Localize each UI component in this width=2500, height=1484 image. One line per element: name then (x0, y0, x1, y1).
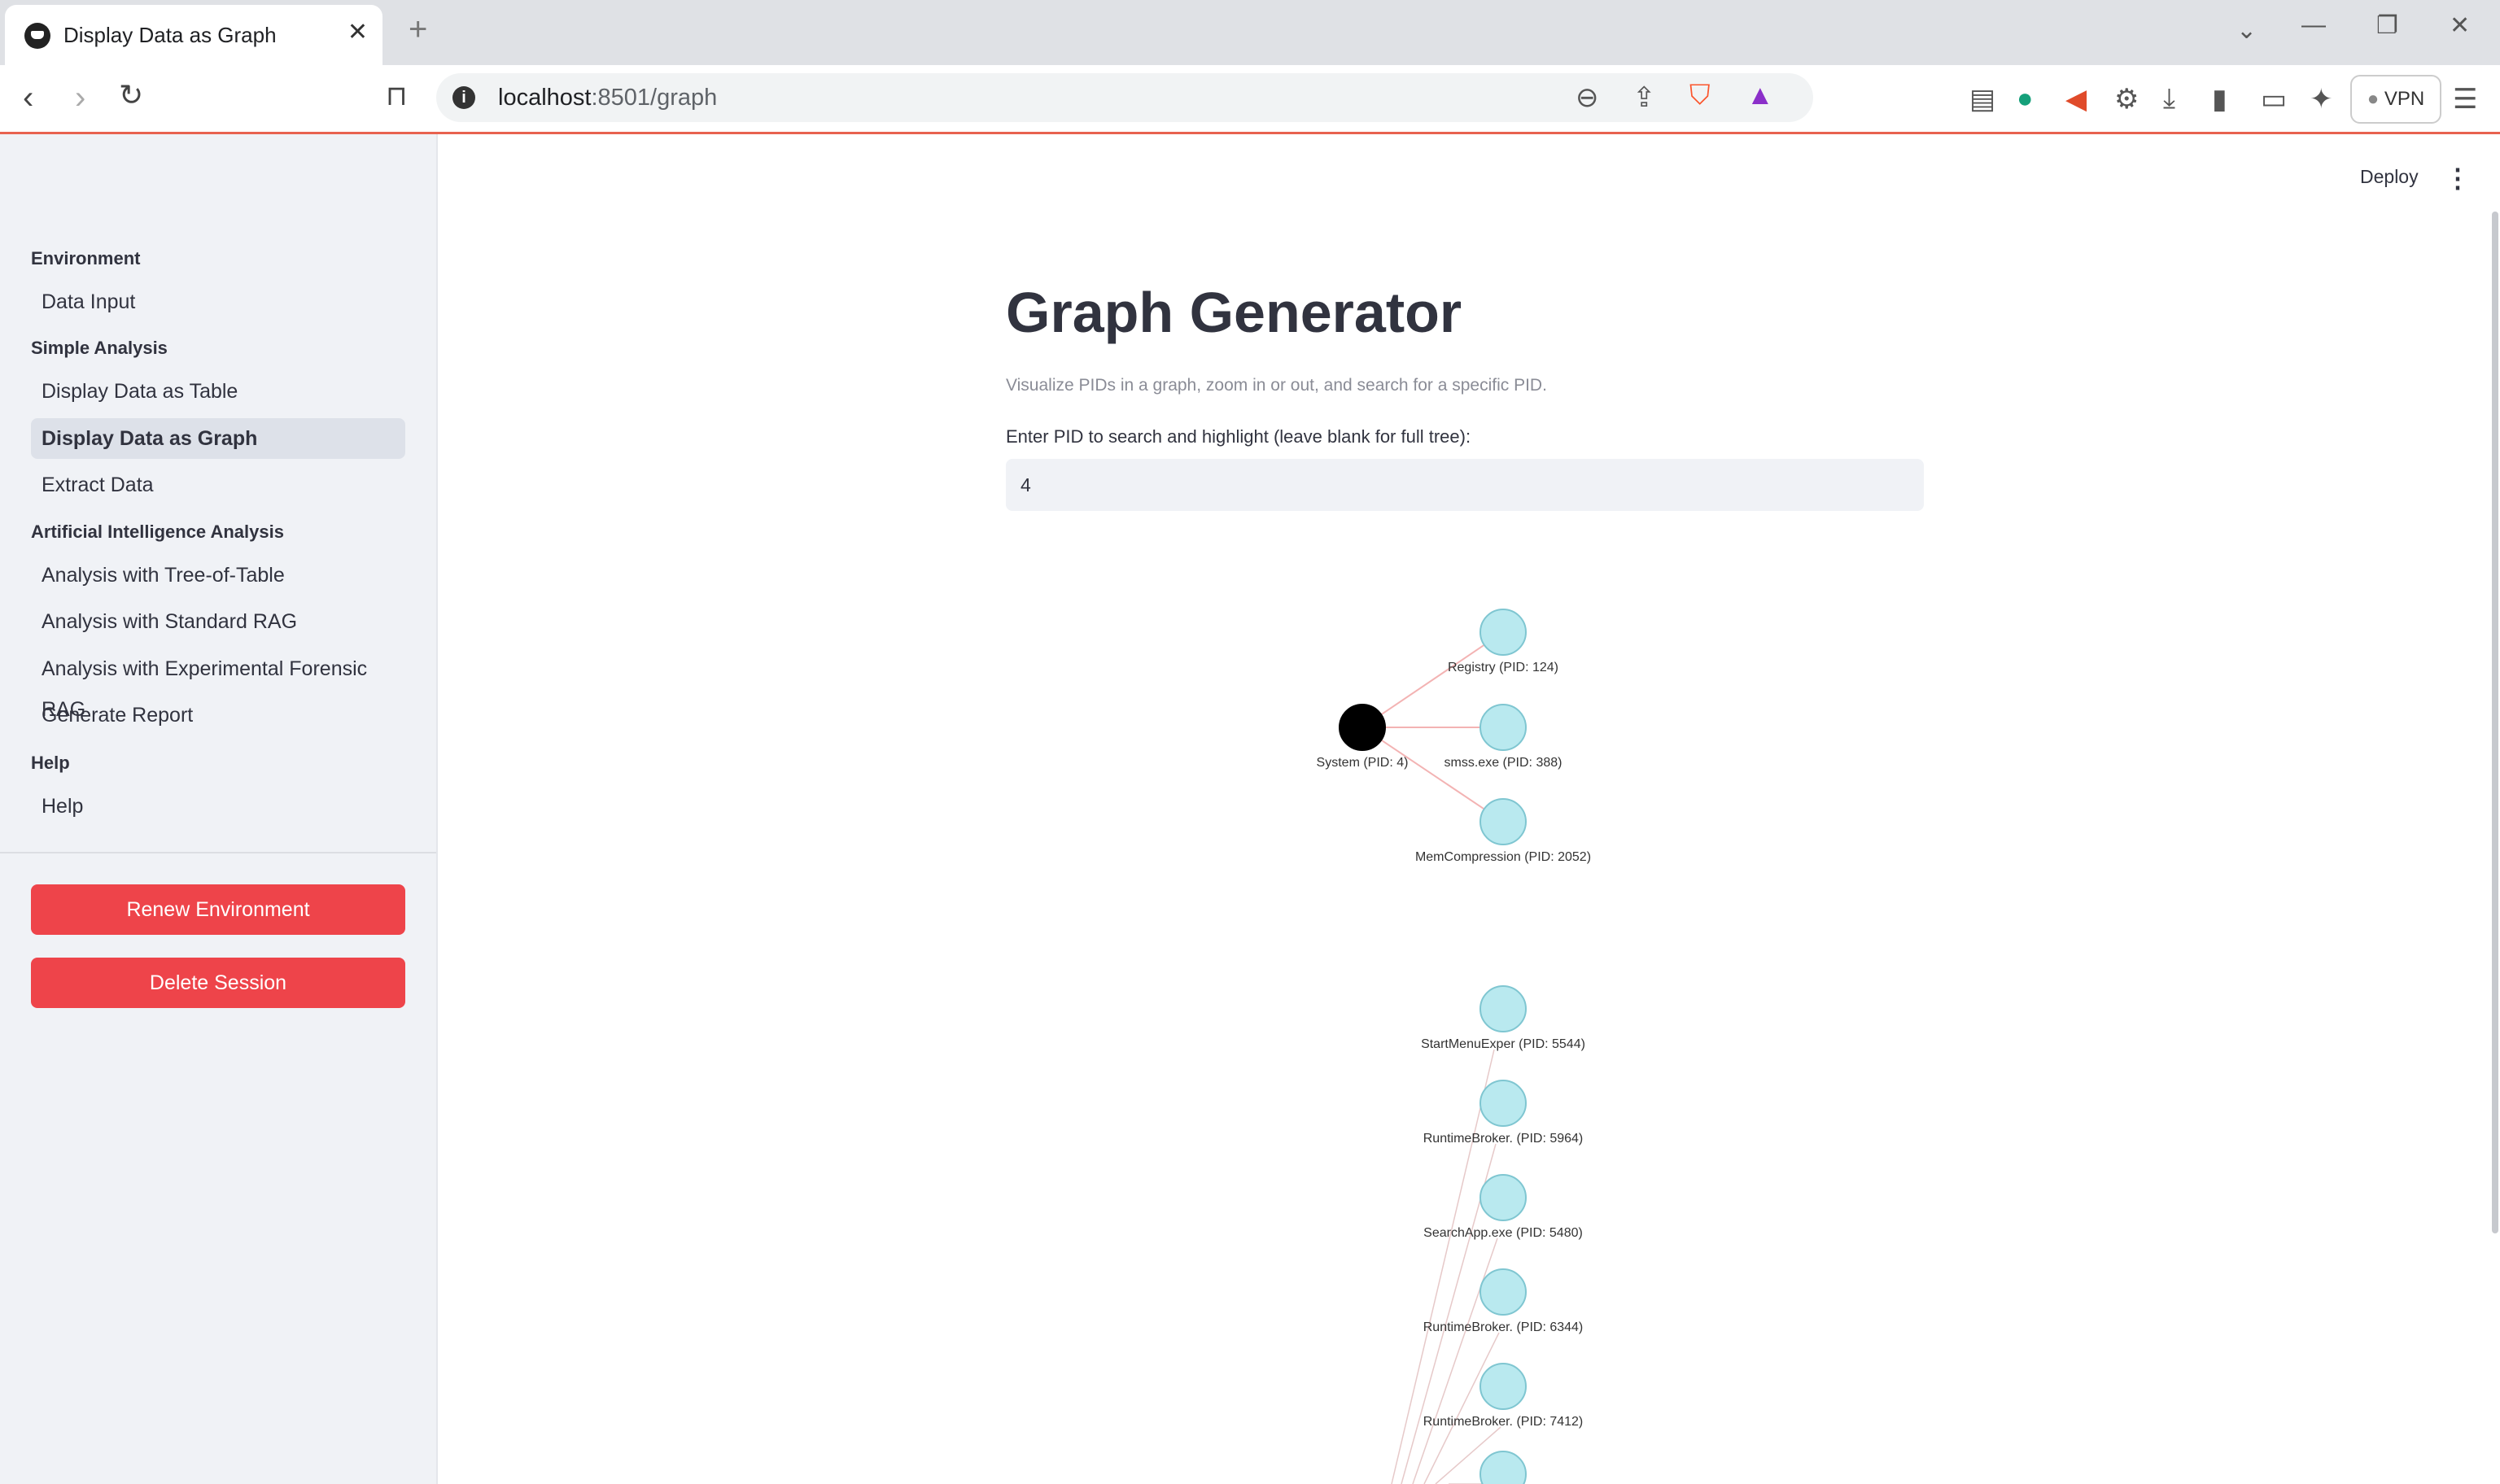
browser-tab-strip: Display Data as Graph ✕ + ⌄ — ❐ ✕ (0, 0, 2500, 65)
streamlit-favicon-icon (24, 23, 50, 49)
leo-ai-icon[interactable]: ✦ (2310, 83, 2333, 116)
new-tab-button[interactable]: + (409, 11, 427, 48)
back-icon[interactable]: ‹ (23, 80, 33, 116)
brave-rewards-icon[interactable]: ▲ (1746, 80, 1774, 111)
sidebar-item-data-input[interactable]: Data Input (31, 282, 405, 322)
graph-edge (1380, 644, 1485, 716)
url-text[interactable]: localhost:8501/graph (498, 85, 717, 111)
close-tab-icon[interactable]: ✕ (347, 18, 368, 46)
graph-node[interactable] (1479, 1174, 1527, 1221)
page-scrollbar[interactable] (2492, 212, 2498, 1233)
graph-node[interactable] (1479, 1268, 1527, 1316)
wallet-icon[interactable]: ▭ (2261, 83, 2287, 116)
graph-node-label: MemCompression (PID: 2052) (1415, 850, 1591, 864)
vpn-label: VPN (2384, 88, 2425, 110)
sidebar-divider (0, 852, 436, 853)
browser-menu-icon[interactable]: ☰ (2453, 83, 2477, 116)
share-icon[interactable]: ⇪ (1632, 81, 1656, 114)
sidebar-item-standard-rag[interactable]: Analysis with Standard RAG (31, 601, 405, 642)
sidebar-item-forensic-rag[interactable]: Analysis with Experimental Forensic RAG (31, 648, 405, 721)
graph-node-label: RuntimeBroker. (PID: 6344) (1423, 1320, 1584, 1334)
reload-icon[interactable]: ↻ (119, 78, 143, 112)
browser-tab[interactable]: Display Data as Graph ✕ (5, 5, 382, 65)
process-graph[interactable]: System (PID: 4) Registry (PID: 124) smss.e… (1253, 570, 1644, 1484)
graph-node[interactable] (1479, 798, 1527, 845)
graph-node-label: smss.exe (PID: 388) (1444, 756, 1562, 770)
graph-node[interactable] (1479, 1080, 1527, 1127)
graph-node[interactable] (1479, 1451, 1527, 1484)
sidebar-toggle-icon[interactable]: ▮ (2212, 83, 2227, 116)
pid-input-label: Enter PID to search and highlight (leave… (1006, 426, 1471, 447)
extensions-icon[interactable]: ⚙ (2114, 83, 2139, 116)
graph-node-label: RuntimeBroker. (PID: 5964) (1423, 1132, 1584, 1146)
graph-node[interactable] (1479, 1363, 1527, 1410)
pid-search-input[interactable] (1006, 459, 1924, 511)
graph-node[interactable] (1479, 985, 1527, 1032)
close-window-icon[interactable]: ✕ (2450, 11, 2470, 40)
page-title: Graph Generator (1006, 281, 1462, 344)
zoom-icon[interactable]: ⊖ (1576, 81, 1599, 114)
sidebar-item-help[interactable]: Help (31, 786, 405, 827)
sidebar-item-display-table[interactable]: Display Data as Table (31, 371, 405, 412)
megaphone-extension-icon[interactable]: ◀ (2065, 83, 2087, 116)
graph-node-label: RuntimeBroker. (PID: 7412) (1423, 1415, 1584, 1429)
graph-node[interactable] (1339, 704, 1386, 751)
graph-node[interactable] (1479, 704, 1527, 751)
graph-node-label: StartMenuExper (PID: 5544) (1421, 1037, 1585, 1051)
vpn-status-icon: ● (2367, 88, 2380, 110)
brave-shields-icon[interactable]: ⛉ (1689, 80, 1711, 111)
graph-node-label: Registry (PID: 124) (1448, 661, 1558, 674)
graph-edge (1380, 739, 1485, 810)
renew-environment-button[interactable]: Renew Environment (31, 884, 405, 935)
delete-session-button[interactable]: Delete Session (31, 958, 405, 1008)
section-simple-analysis: Simple Analysis (31, 338, 168, 358)
sidebar-item-display-graph[interactable]: Display Data as Graph (31, 418, 405, 459)
page-caption: Visualize PIDs in a graph, zoom in or ou… (1006, 376, 1547, 395)
forward-icon[interactable]: › (75, 80, 85, 116)
deploy-button[interactable]: Deploy (2360, 166, 2419, 188)
grammarly-icon[interactable]: ● (2017, 83, 2034, 115)
download-icon[interactable]: ⤓ (2163, 83, 2175, 115)
graph-node[interactable] (1479, 609, 1527, 656)
site-info-icon[interactable]: i (452, 86, 475, 109)
restore-window-icon[interactable]: ❐ (2376, 11, 2398, 40)
sidebar: Environment Data Input Simple Analysis D… (0, 134, 438, 1484)
minimize-window-icon[interactable]: — (2301, 11, 2326, 39)
section-environment: Environment (31, 248, 141, 268)
tab-title: Display Data as Graph (63, 23, 277, 47)
graph-node-label: System (PID: 4) (1317, 756, 1409, 770)
sidebar-item-tree-of-table[interactable]: Analysis with Tree-of-Table (31, 555, 405, 596)
sidebar-item-generate-report[interactable]: Generate Report (31, 695, 405, 735)
more-options-icon[interactable]: ⋮ (2445, 163, 2471, 194)
reader-mode-icon[interactable]: ▤ (1969, 83, 1995, 116)
graph-node-label: SearchApp.exe (PID: 5480) (1423, 1226, 1583, 1240)
address-bar[interactable]: i localhost:8501/graph ⊖ ⇪ ⛉ ▲ (436, 73, 1813, 122)
vpn-button[interactable]: ● VPN (2350, 75, 2441, 124)
sidebar-item-extract-data[interactable]: Extract Data (31, 465, 405, 505)
bookmark-icon[interactable]: ⊓ (386, 80, 408, 112)
browser-toolbar: ‹ › ↻ ⊓ i localhost:8501/graph ⊖ ⇪ ⛉ ▲ ▤… (0, 65, 2500, 134)
section-ai-analysis: Artificial Intelligence Analysis (31, 522, 284, 542)
section-help: Help (31, 753, 70, 773)
tab-list-chevron-icon[interactable]: ⌄ (2236, 16, 2257, 45)
